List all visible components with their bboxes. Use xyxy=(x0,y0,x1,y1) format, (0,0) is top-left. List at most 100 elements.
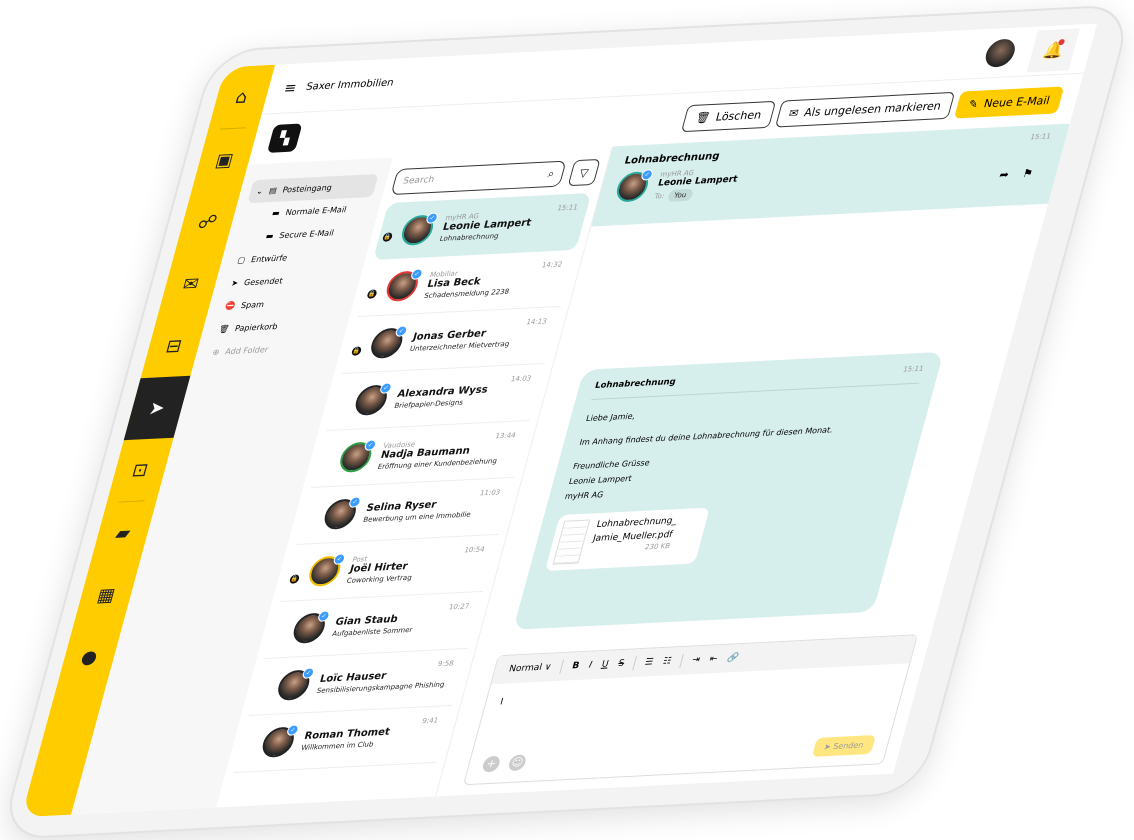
recipients: To: You xyxy=(653,188,734,202)
company-name: Saxer Immobilien xyxy=(304,77,395,93)
body-time: 15:11 xyxy=(902,364,925,374)
new-mail-label: Neue E-Mail xyxy=(982,93,1052,110)
folder-label: Entwürfe xyxy=(249,253,289,265)
greeting: Liebe Jamie, xyxy=(585,411,637,424)
avatar: ✓ xyxy=(336,439,378,473)
mail-time: 9:58 xyxy=(436,659,455,669)
search-placeholder: Search xyxy=(401,175,436,187)
bold-icon[interactable]: B xyxy=(571,661,581,671)
recipient-chip[interactable]: You xyxy=(666,188,694,202)
mail-item[interactable]: ✓ Roman Thomet Willkommen im Club 9:41 xyxy=(233,705,452,774)
verified-icon: ✓ xyxy=(640,169,655,181)
lock-icon: 🔒 xyxy=(366,289,378,299)
avatar: ✓ xyxy=(367,325,409,359)
sender-avatar: ✓ xyxy=(613,169,655,203)
delete-button[interactable]: 🗑 Löschen xyxy=(681,100,776,132)
tablet-frame: ⌂ ▣ ☍ ✉ ⊟ ➤ ⊡ ▰ ▦ ● ≡ Saxer Immobilien 🔔… xyxy=(0,4,1134,840)
format-value: Normal xyxy=(507,662,544,675)
reply-composer: Normal ∨ BIUS ☰ ☷ ⇥ ⇤ 🔗 I + ☺ ➤ Senden xyxy=(462,634,919,786)
verified-icon: ✓ xyxy=(425,211,440,224)
numbered-list-icon[interactable]: ☷ xyxy=(662,656,673,666)
body-text: Im Anhang findest du deine Lohnabrechnun… xyxy=(578,425,835,448)
mail-time: 14:13 xyxy=(525,317,548,327)
avatar: ✓ xyxy=(352,382,393,416)
attach-plus-icon[interactable]: + xyxy=(481,755,502,772)
mail-time: 10:54 xyxy=(463,545,486,555)
verified-icon: ✓ xyxy=(363,439,378,451)
trash-icon: 🗑 xyxy=(217,324,231,334)
delete-label: Löschen xyxy=(714,107,764,124)
format-select[interactable]: Normal ∨ xyxy=(508,662,553,674)
lock-icon: 🔒 xyxy=(350,346,363,356)
avatar: ✓ xyxy=(290,610,331,644)
app-screen: ⌂ ▣ ☍ ✉ ⊟ ➤ ⊡ ▰ ▦ ● ≡ Saxer Immobilien 🔔… xyxy=(21,23,1098,818)
mail-time: 9:41 xyxy=(421,716,440,726)
avatar: ✓ xyxy=(321,496,362,530)
mark-unread-button[interactable]: ✉ Als ungelesen markieren xyxy=(774,91,956,128)
folder-label: Posteingang xyxy=(281,183,334,195)
avatar: ✓ xyxy=(398,211,440,246)
indent-icon[interactable]: ⇥ xyxy=(691,655,701,665)
verified-icon: ✓ xyxy=(394,325,409,337)
folder-label: Secure E-Mail xyxy=(278,228,335,241)
mail-time: 13:44 xyxy=(494,431,517,441)
app-logo: ▚ xyxy=(266,123,303,153)
user-avatar[interactable] xyxy=(982,37,1019,68)
italic-icon[interactable]: I xyxy=(588,660,593,670)
new-mail-button[interactable]: ✎ Neue E-Mail xyxy=(954,85,1065,119)
emoji-icon[interactable]: ☺ xyxy=(507,753,528,771)
mail-time: 11:03 xyxy=(478,488,502,498)
avatar: ✓ xyxy=(274,667,316,701)
verified-icon: ✓ xyxy=(378,382,393,394)
verified-icon: ✓ xyxy=(347,496,362,508)
folder-label: Papierkorb xyxy=(233,321,279,334)
chevron-down-icon[interactable]: ⌄ xyxy=(255,187,264,196)
plus-circle-icon: ⊕ xyxy=(211,347,221,357)
lock-icon: 🔒 xyxy=(288,574,301,584)
mail-time: 14:03 xyxy=(509,374,533,384)
filter-button[interactable]: ▽ xyxy=(567,158,601,187)
message-body: Lohnabrechnung 15:11 Liebe Jamie, Im Anha… xyxy=(512,351,944,630)
notifications-button[interactable]: 🔔 xyxy=(1026,27,1081,72)
verified-icon: ✓ xyxy=(316,610,331,622)
folder-label: Normale E-Mail xyxy=(284,205,348,218)
bullet-list-icon[interactable]: ☰ xyxy=(644,657,655,667)
mail-time: 14:32 xyxy=(540,260,564,270)
body-subject: Lohnabrechnung xyxy=(593,377,677,392)
folder-label: Spam xyxy=(239,299,266,311)
tray-icon: ▬ xyxy=(270,208,281,218)
avatar: ✓ xyxy=(305,553,347,587)
draft-icon: ▢ xyxy=(236,255,247,265)
link-icon[interactable]: 🔗 xyxy=(726,653,740,664)
avatar: ✓ xyxy=(383,268,424,302)
tray-icon: ▬ xyxy=(264,231,275,241)
verified-icon: ✓ xyxy=(301,667,316,679)
document-icon xyxy=(552,519,591,565)
envelope-open-icon: ✉ xyxy=(787,106,801,120)
send-icon: ➤ xyxy=(822,742,832,752)
menu-icon[interactable]: ≡ xyxy=(282,80,298,97)
search-icon[interactable]: ⌕ xyxy=(546,167,556,181)
forward-icon[interactable]: ➦ xyxy=(998,168,1011,181)
mail-time: 10:27 xyxy=(447,602,471,612)
compose-icon: ✎ xyxy=(967,97,980,111)
trash-icon: 🗑 xyxy=(694,110,712,125)
mark-unread-label: Als ungelesen markieren xyxy=(802,98,943,119)
send-icon: ➤ xyxy=(230,278,240,288)
verified-icon: ✓ xyxy=(409,268,424,280)
verified-icon: ✓ xyxy=(285,724,300,736)
to-label: To: xyxy=(653,192,666,201)
underline-icon[interactable]: U xyxy=(600,660,609,670)
folder-label: Gesendet xyxy=(242,276,284,288)
avatar: ✓ xyxy=(259,724,300,758)
spam-icon: ⛔ xyxy=(223,301,237,311)
verified-icon: ✓ xyxy=(332,553,347,565)
search-input[interactable]: Search ⌕ xyxy=(390,160,567,196)
inbox-icon: ▤ xyxy=(267,185,278,196)
lock-icon: 🔒 xyxy=(381,232,394,242)
outdent-icon[interactable]: ⇤ xyxy=(708,654,718,664)
send-button[interactable]: ➤ Senden xyxy=(811,735,876,757)
strikethrough-icon[interactable]: S xyxy=(617,659,625,669)
mail-time: 15:11 xyxy=(556,203,579,213)
attachment[interactable]: Lohnabrechnung_ Jamie_Mueller.pdf 230 KB xyxy=(544,507,710,572)
